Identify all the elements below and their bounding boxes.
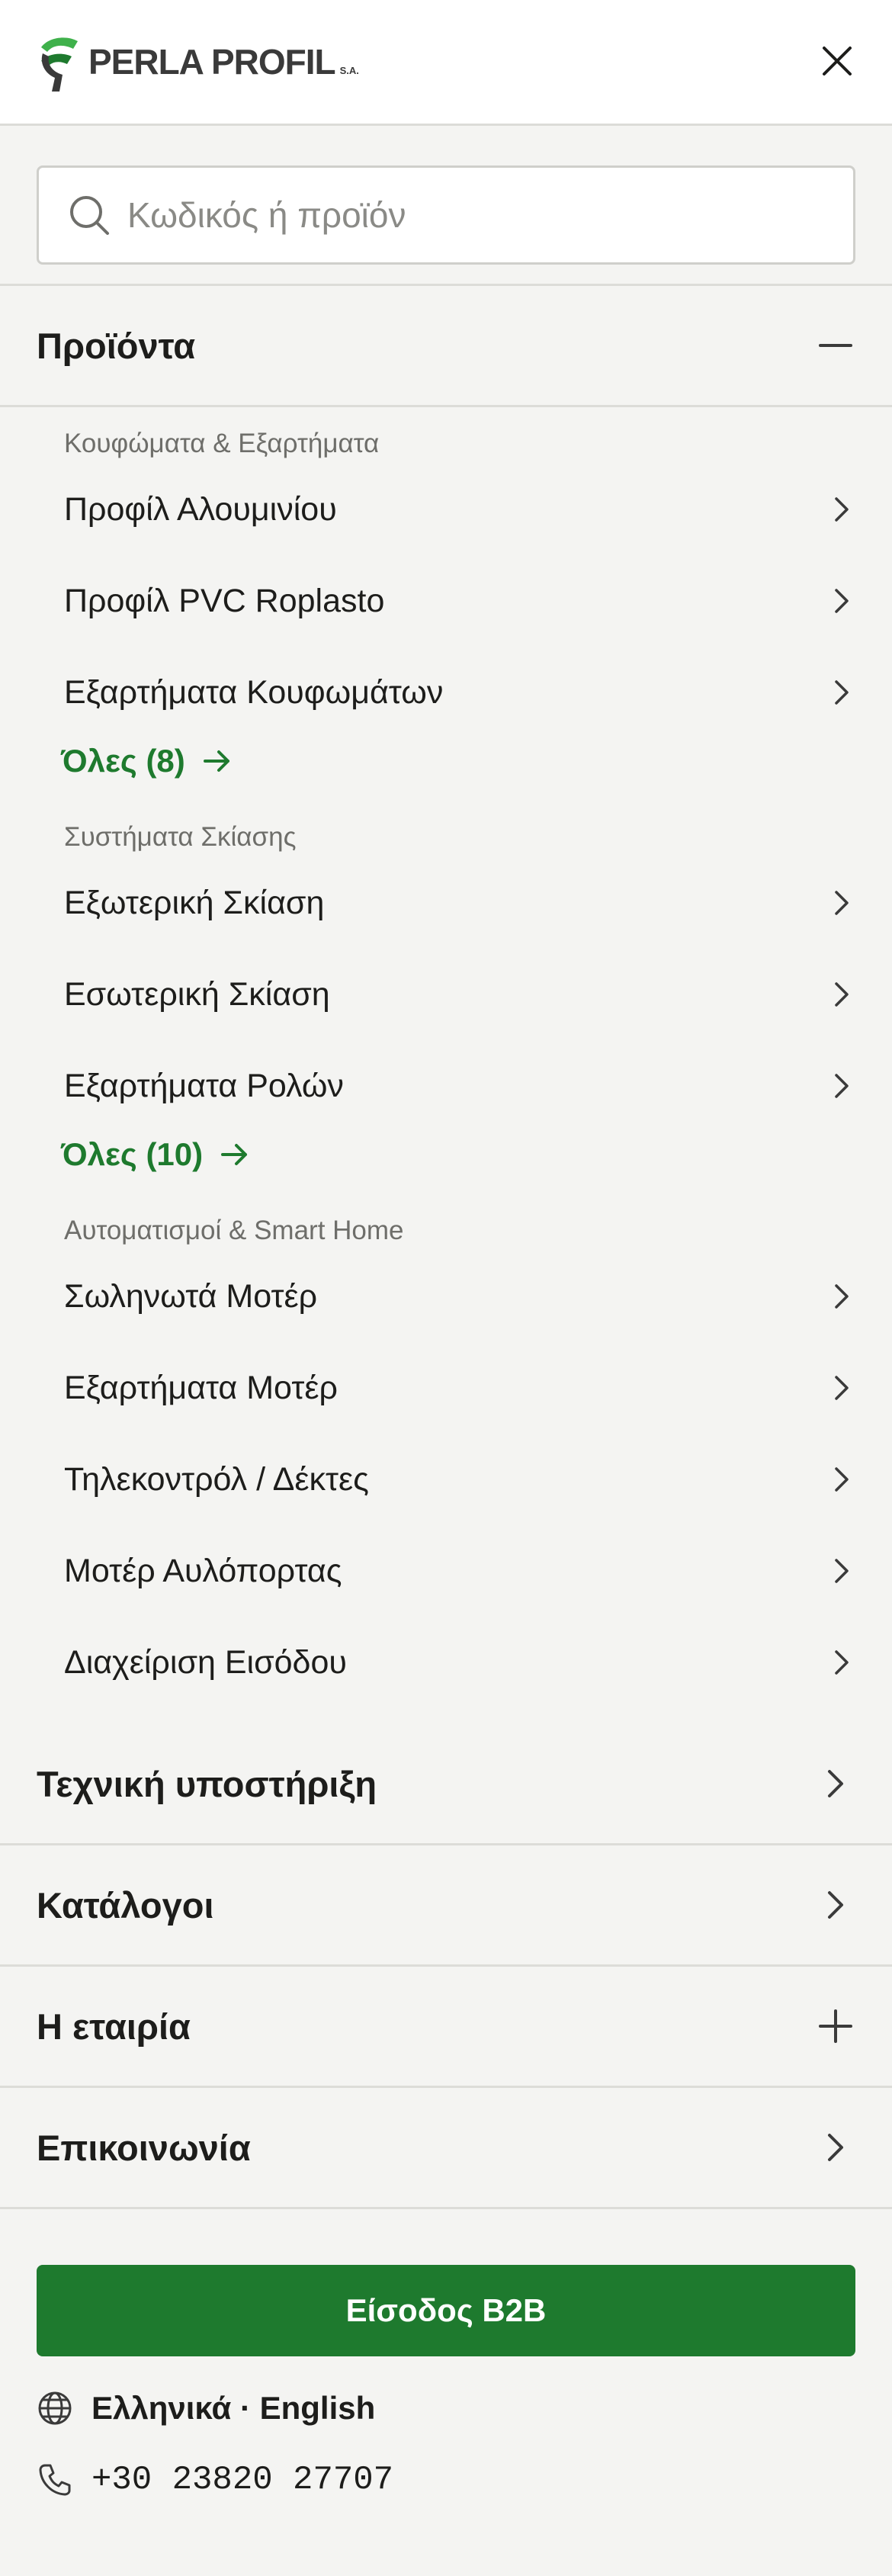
submenu-item-gate-motors[interactable]: Μοτέρ Αυλόπορτας	[64, 1540, 855, 1601]
menu-catalogs[interactable]: Κατάλογοι	[0, 1845, 892, 1967]
submenu-item-label: Μοτέρ Αυλόπορτας	[64, 1552, 342, 1589]
chevron-right-icon	[828, 494, 855, 525]
search-box[interactable]	[37, 165, 855, 265]
menu-products[interactable]: Προϊόντα	[0, 286, 892, 407]
language-greek-link[interactable]: Ελληνικά	[91, 2390, 231, 2426]
group-title-shading: Συστήματα Σκίασης	[64, 822, 297, 852]
submenu-item-label: Διαχείριση Εισόδου	[64, 1643, 347, 1681]
logo[interactable]: PERLA PROFIL S.A.	[37, 31, 359, 93]
chevron-right-icon	[828, 888, 855, 918]
menu-contact[interactable]: Επικοινωνία	[0, 2088, 892, 2209]
group-title-automation: Αυτοματισμοί & Smart Home	[64, 1216, 404, 1245]
logo-mark	[41, 37, 78, 92]
submenu-item-aluminium-profiles[interactable]: Προφίλ Αλουμινίου	[64, 479, 855, 540]
close-button[interactable]	[816, 40, 858, 82]
search-input[interactable]	[127, 194, 813, 236]
chevron-right-icon	[828, 979, 855, 1010]
submenu-item-label: Εξαρτήματα Μοτέρ	[64, 1369, 338, 1406]
submenu-item-roller-accessories[interactable]: Εξαρτήματα Ρολών	[64, 1055, 855, 1116]
submenu-item-frame-accessories[interactable]: Εξαρτήματα Κουφωμάτων	[64, 662, 855, 723]
submenu-item-label: Σωληνωτά Μοτέρ	[64, 1277, 318, 1315]
language-switcher: Ελληνικά · English	[37, 2384, 375, 2433]
menu-company-label: Η εταιρία	[37, 2006, 191, 2047]
chevron-right-icon	[828, 1281, 855, 1312]
phone-row[interactable]: +30 23820 27707	[37, 2456, 393, 2504]
menu-company[interactable]: Η εταιρία	[0, 1967, 892, 2088]
chevron-right-icon	[828, 1556, 855, 1586]
menu-support-label: Τεχνική υποστήριξη	[37, 1763, 377, 1804]
menu-catalogs-label: Κατάλογοι	[37, 1884, 214, 1926]
submenu-item-remotes-receivers[interactable]: Τηλεκοντρόλ / Δέκτες	[64, 1449, 855, 1510]
chevron-right-icon	[828, 1071, 855, 1101]
chevron-right-icon	[828, 1464, 855, 1495]
menu-contact-label: Επικοινωνία	[37, 2127, 251, 2168]
view-all-shading-link[interactable]: Όλες (10)	[61, 1130, 250, 1179]
submenu-item-label: Εσωτερική Σκίαση	[64, 975, 330, 1013]
language-separator: ·	[239, 2390, 251, 2426]
submenu-item-exterior-shading[interactable]: Εξωτερική Σκίαση	[64, 872, 855, 933]
chevron-right-icon	[816, 1764, 855, 1804]
search-icon	[68, 192, 114, 238]
close-icon	[823, 47, 852, 75]
globe-icon	[37, 2390, 73, 2427]
chevron-right-icon	[828, 1647, 855, 1678]
arrow-right-icon	[202, 746, 233, 776]
chevron-right-icon	[816, 2128, 855, 2167]
search-section	[0, 126, 892, 286]
arrow-right-icon	[220, 1139, 250, 1170]
view-all-label: Όλες (8)	[61, 743, 185, 779]
submenu-item-label: Εξαρτήματα Ρολών	[64, 1067, 344, 1104]
submenu-item-label: Εξαρτήματα Κουφωμάτων	[64, 673, 444, 711]
menu-support[interactable]: Τεχνική υποστήριξη	[0, 1724, 892, 1845]
submenu-item-label: Τηλεκοντρόλ / Δέκτες	[64, 1460, 369, 1498]
language-english-link[interactable]: English	[260, 2390, 376, 2426]
phone-number[interactable]: +30 23820 27707	[91, 2461, 393, 2499]
submenu-item-entry-management[interactable]: Διαχείριση Εισόδου	[64, 1632, 855, 1693]
minus-icon[interactable]	[816, 326, 855, 365]
submenu-item-tubular-motors[interactable]: Σωληνωτά Μοτέρ	[64, 1266, 855, 1327]
phone-icon	[37, 2462, 73, 2498]
submenu-item-motor-accessories[interactable]: Εξαρτήματα Μοτέρ	[64, 1357, 855, 1418]
chevron-right-icon	[828, 677, 855, 708]
view-all-label: Όλες (10)	[61, 1136, 204, 1172]
view-all-frames-link[interactable]: Όλες (8)	[61, 737, 233, 785]
group-title-frames: Κουφώματα & Εξαρτήματα	[64, 429, 380, 458]
plus-icon[interactable]	[816, 2006, 855, 2046]
logo-suffix: S.A.	[339, 64, 359, 76]
header: PERLA PROFIL S.A.	[0, 0, 892, 126]
logo-text: PERLA PROFIL	[88, 42, 336, 82]
menu-products-label: Προϊόντα	[37, 325, 196, 366]
submenu-item-label: Προφίλ PVC Roplasto	[64, 582, 385, 619]
chevron-right-icon	[828, 1373, 855, 1403]
chevron-right-icon	[816, 1885, 855, 1925]
b2b-login-button[interactable]: Είσοδος B2B	[37, 2265, 855, 2356]
submenu-item-label: Προφίλ Αλουμινίου	[64, 490, 337, 528]
submenu-item-label: Εξωτερική Σκίαση	[64, 884, 325, 921]
language-links: Ελληνικά · English	[91, 2390, 375, 2427]
submenu-item-pvc-profiles[interactable]: Προφίλ PVC Roplasto	[64, 570, 855, 631]
chevron-right-icon	[828, 586, 855, 616]
submenu-item-interior-shading[interactable]: Εσωτερική Σκίαση	[64, 964, 855, 1025]
